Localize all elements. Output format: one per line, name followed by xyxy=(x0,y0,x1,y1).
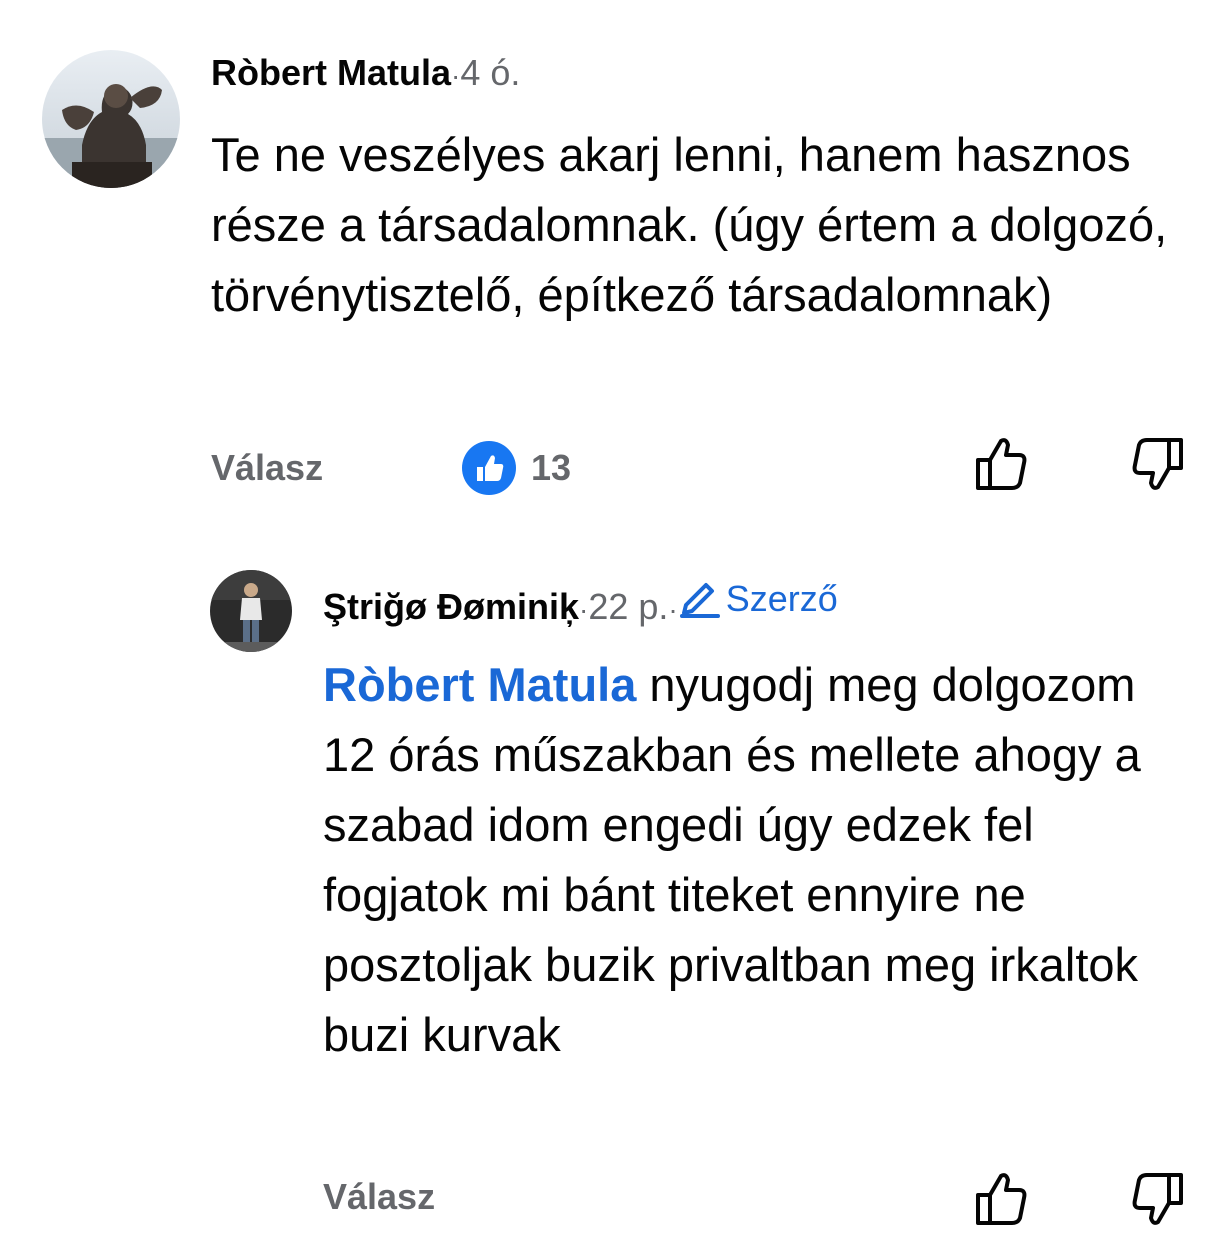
comment-text: Ròbert Matula nyugodj meg dolgozom 12 ór… xyxy=(323,650,1173,1070)
avatar-statue-image xyxy=(42,50,180,188)
comment-header: Ştriğø Đøminiķ · 22 p. · Szerző xyxy=(323,578,838,628)
comment-1: Ròbert Matula · 4 ó. Te ne veszélyes aka… xyxy=(0,0,1219,520)
comment-2-reply: Ştriğø Đøminiķ · 22 p. · Szerző Ròbert M… xyxy=(0,520,1219,1253)
like-icon xyxy=(462,441,516,495)
author-name[interactable]: Ştriğø Đøminiķ xyxy=(323,586,579,628)
mention-link[interactable]: Ròbert Matula xyxy=(323,658,636,711)
badge-label: Szerző xyxy=(725,578,838,619)
upvote-icon[interactable] xyxy=(970,1168,1032,1230)
separator: · xyxy=(451,60,461,91)
comment-header: Ròbert Matula · 4 ó. xyxy=(211,52,520,94)
comment-body: nyugodj meg dolgozom 12 órás műszakban é… xyxy=(323,658,1141,1061)
separator: · xyxy=(579,594,589,625)
reaction-count: 13 xyxy=(531,447,572,488)
reply-button[interactable]: Válasz xyxy=(211,447,323,489)
timestamp[interactable]: 22 p. xyxy=(588,586,668,628)
author-badge: Szerző xyxy=(678,578,838,620)
reaction-summary[interactable]: 13 xyxy=(461,440,571,496)
reply-button[interactable]: Válasz xyxy=(323,1176,435,1218)
upvote-icon[interactable] xyxy=(970,433,1032,495)
downvote-icon[interactable] xyxy=(1127,1168,1189,1230)
timestamp[interactable]: 4 ó. xyxy=(460,52,520,94)
avatar-person-image xyxy=(210,570,292,652)
pencil-icon xyxy=(679,583,720,618)
avatar[interactable] xyxy=(42,50,180,188)
avatar[interactable] xyxy=(210,570,292,652)
downvote-icon[interactable] xyxy=(1127,433,1189,495)
separator: · xyxy=(668,594,678,625)
comment-text: Te ne veszélyes akarj lenni, hanem haszn… xyxy=(211,128,1168,321)
author-name[interactable]: Ròbert Matula xyxy=(211,52,451,94)
